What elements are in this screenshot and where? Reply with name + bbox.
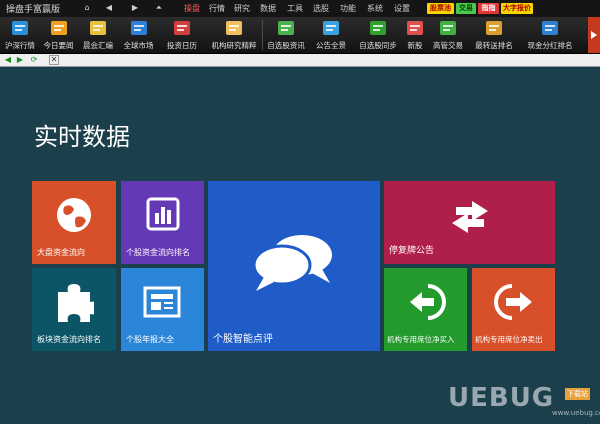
newspaper-icon [143,286,181,318]
menu-item[interactable]: 功能 [340,3,356,14]
tile-label: 个股智能点评 [213,334,273,345]
menu-tag-button[interactable]: 指指 [478,3,499,14]
market-chart-icon [10,19,30,37]
menu-item[interactable]: 操盘 [184,3,200,14]
globe-icon [57,198,91,232]
tile-smart-stock-review[interactable]: 个股智能点评 [208,181,380,351]
watermark-logo: UEBUG [448,383,555,413]
toolbar-button[interactable]: 自选股资讯 [264,17,308,53]
announcement-icon [321,19,341,37]
toolbar-button-label: 自选股资讯 [267,41,305,50]
app-title: 操盘手富赢版 [6,5,61,15]
tile-label: 个股资金流向排名 [126,248,190,257]
toolbar-button-label: 晨会汇编 [83,41,113,50]
tile-institution-net-sell[interactable]: 机构专用席位净卖出 [472,268,555,351]
tile-institution-net-buy[interactable]: 机构专用席位净买入 [384,268,467,351]
toolbar-button-label: 投资日历 [167,41,197,50]
toolbar-button-label: 今日要闻 [43,41,74,50]
puzzle-icon [58,284,94,322]
arrow-in-icon [410,284,446,320]
menu-tag-button[interactable]: 股票池 [427,3,454,14]
menu-tag-button[interactable]: 交易 [456,3,476,14]
tile-label: 机构专用席位净买入 [387,335,455,344]
toolbar-button[interactable]: 最转送排名 [469,17,519,53]
toolbar-button[interactable]: 现金分红排名 [521,17,579,53]
toolbar-button[interactable]: 公告全景 [310,17,352,53]
toolbar-button[interactable]: 沪深行情 [2,17,38,53]
tile-trading-halt-announcement[interactable]: 停复牌公告 [384,181,555,264]
tile-dapan-fund-flow[interactable]: 大盘资金流向 [32,181,116,264]
toolbar-button[interactable]: 机构研究精粹 [207,17,261,53]
toolbar-button[interactable]: 投资日历 [160,17,204,53]
toolbar-button[interactable]: 晨会汇编 [79,17,117,53]
menu-item[interactable]: 系统 [367,3,383,14]
calendar-icon [172,19,192,37]
refresh-icon[interactable]: ⟳ [29,55,39,65]
arrow-out-icon [494,284,532,320]
sync-icon [368,19,388,37]
research-clipboard-icon [224,19,244,37]
watermark-url: www.uebug.com [552,409,600,417]
page-title: 实时数据 [34,123,130,151]
chevron-right-icon [591,31,597,39]
swap-arrows-icon [452,201,488,233]
back-arrow-icon[interactable]: ◀ [3,55,13,65]
tile-annual-report-collection[interactable]: 个股年报大全 [121,268,204,351]
toolbar-button-label: 自选股同步 [359,41,397,50]
tile-stock-fund-flow-ranking[interactable]: 个股资金流向排名 [121,181,204,264]
watermark-badge: 下载站 [565,388,590,400]
tile-label: 板块资金流向排名 [37,335,101,344]
tile-label: 机构专用席位净卖出 [475,335,543,344]
tile-label: 停复牌公告 [389,246,435,256]
home-icon[interactable]: ⌂ [80,2,94,14]
forward-icon[interactable]: ▶ [128,2,142,14]
toolbar-button-label: 沪深行情 [5,41,35,50]
toolbar-button[interactable]: 今日要闻 [40,17,77,53]
menu-tag-button[interactable]: 大字报价 [501,3,533,14]
menu-item[interactable]: 数据 [260,3,276,14]
close-icon[interactable]: ✕ [49,55,59,65]
collapse-icon[interactable]: ⏶ [152,2,166,14]
toolbar-button-label: 全球市场 [123,41,154,50]
back-icon[interactable]: ◀ [102,2,116,14]
tile-label: 个股年报大全 [126,335,174,344]
stock-info-icon [276,19,296,37]
toolbar-button-label: 公告全景 [316,41,346,50]
morning-meeting-icon [88,19,108,37]
globe-icon [129,19,149,37]
toolbar-button[interactable]: 全球市场 [119,17,158,53]
forward-arrow-icon[interactable]: ▶ [15,55,25,65]
toolbar-separator [262,20,263,50]
chat-bubbles-icon [252,235,332,291]
tile-sector-fund-flow-ranking[interactable]: 板块资金流向排名 [32,268,116,351]
dividend-icon [540,19,560,37]
menu-item[interactable]: 选股 [313,3,329,14]
tile-label: 大盘资金流向 [37,248,85,257]
quick-tools-bar [0,54,600,67]
ranking-icon [484,19,504,37]
menu-item[interactable]: 设置 [394,3,410,14]
bar-chart-icon [146,197,180,231]
menu-item[interactable]: 工具 [287,3,303,14]
toolbar-scroll-right-button[interactable] [588,17,600,53]
menu-item[interactable]: 行情 [209,3,225,14]
toolbar-button[interactable]: 新股 [403,17,427,53]
toolbar-button[interactable]: 自选股同步 [355,17,401,53]
toolbar-button-label: 现金分红排名 [527,41,573,50]
toolbar-button[interactable]: 高管交易 [430,17,466,53]
toolbar-button-label: 最转送排名 [475,41,513,50]
toolbar-button-label: 新股 [407,41,423,50]
news-icon [49,19,69,37]
toolbar-button-label: 机构研究精粹 [211,41,257,50]
new-stock-icon [405,19,425,37]
toolbar-button-label: 高管交易 [433,41,463,50]
executive-trade-icon [438,19,458,37]
menu-item[interactable]: 研究 [234,3,250,14]
